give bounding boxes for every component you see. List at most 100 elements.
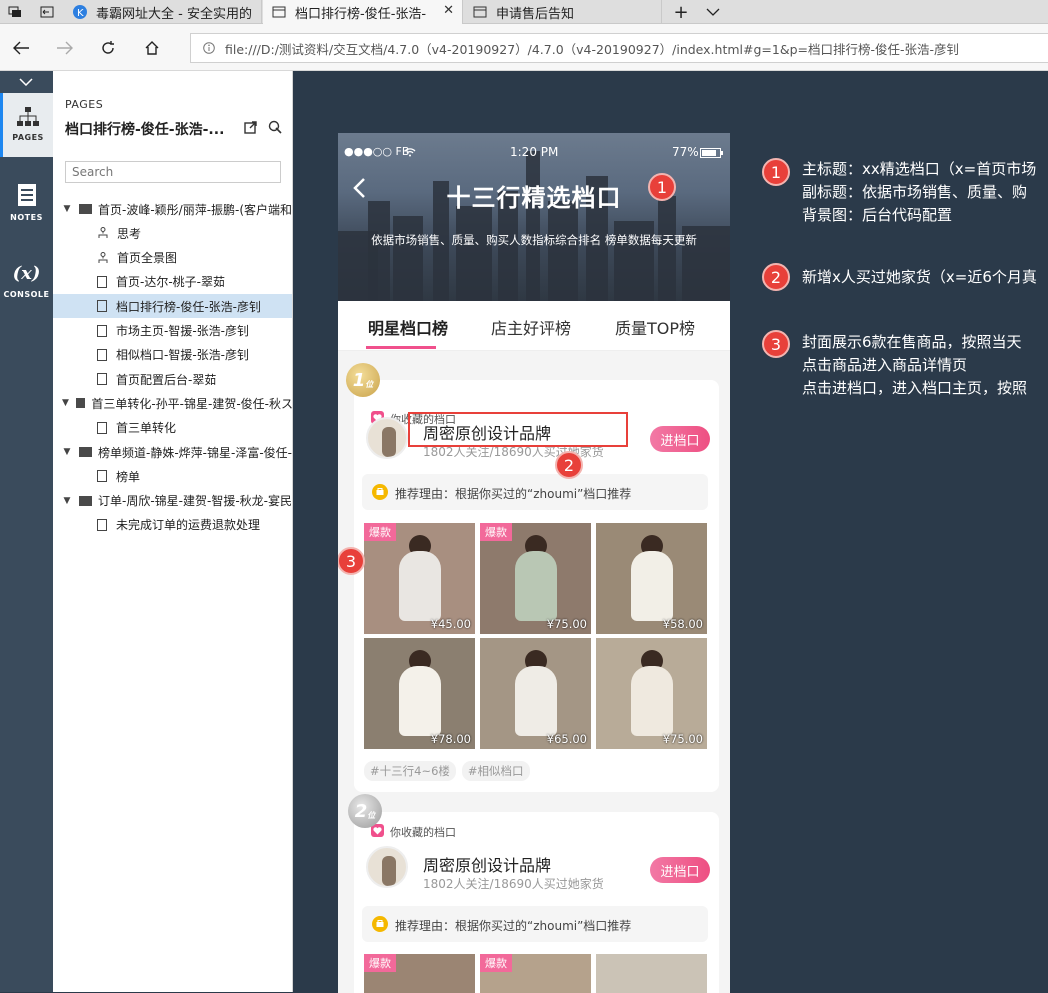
product-price: ¥65.00 xyxy=(546,732,587,746)
page-icon xyxy=(271,5,287,19)
tree-page[interactable]: 首页配置后台-翠茹 xyxy=(53,367,292,391)
expand-toggle-icon[interactable]: ▼ xyxy=(61,447,73,457)
rank-number: 1 xyxy=(352,369,366,391)
enter-stall-button[interactable]: 进档口 xyxy=(650,857,710,883)
project-title: 档口排行榜-俊任-张浩-... xyxy=(65,122,225,138)
note-line: 点击进档口，进入档口主页，按照 xyxy=(802,379,1028,397)
tab-duba[interactable]: K 毒霸网址大全 - 安全实用的 xyxy=(64,0,262,24)
product-thumb[interactable]: ¥75.00 xyxy=(596,638,707,749)
tree-page[interactable]: 首页-达尔-桃子-翠茹 xyxy=(53,270,292,294)
tree-label: 档口排行榜-俊任-张浩-彦钊 xyxy=(116,299,261,314)
refresh-icon[interactable] xyxy=(93,33,123,63)
rail-notes-tab[interactable]: NOTES xyxy=(0,183,53,233)
carrier-signal: ●●●○○ FB xyxy=(344,145,410,158)
tree-page[interactable]: 档口排行榜-俊任-张浩-彦钊 xyxy=(53,294,292,319)
note-block: 封面展示6款在售商品，按照当天 点击商品进入商品详情页 点击进档口，进入档口主页… xyxy=(802,331,1027,400)
back-to-tabs-icon[interactable] xyxy=(32,0,62,24)
folder-icon xyxy=(75,398,86,409)
forward-arrow-icon[interactable] xyxy=(50,33,80,63)
dress-figure xyxy=(631,666,673,736)
axure-icon-rail: PAGES NOTES (x) CONSOLE xyxy=(0,71,53,992)
expand-toggle-icon[interactable]: ▼ xyxy=(61,398,70,408)
export-icon[interactable] xyxy=(244,120,258,137)
rail-pages-label: PAGES xyxy=(12,133,44,142)
tag-chip[interactable]: #十三行4~6楼 xyxy=(364,761,456,781)
tree-label: 首页-波峰-颖彤/丽萍-振鹏-(客户端和 xyxy=(98,202,293,217)
tab-owner-reviews[interactable]: 店主好评榜 xyxy=(491,315,571,339)
rail-pages-tab[interactable]: PAGES xyxy=(0,93,53,157)
tab-list-chevron-icon[interactable] xyxy=(698,0,728,24)
note-block: 主标题：xx精选档口（x=首页市场 副标题：依据市场销售、质量、购 背景图：后台… xyxy=(802,158,1036,227)
reason-box: 推荐理由：根据你买过的“zhoumi”档口推荐 xyxy=(362,474,708,510)
tree-page[interactable]: 首三单转化 xyxy=(53,416,292,440)
annotation-marker: 3 xyxy=(338,547,365,575)
tree-page[interactable]: 首页全景图 xyxy=(53,246,292,270)
tab-stall-ranking[interactable]: 档口排行榜-俊任-张浩- ✕ xyxy=(263,0,463,24)
new-tab-icon[interactable]: + xyxy=(666,0,696,24)
rail-console-tab[interactable]: (x) CONSOLE xyxy=(0,263,53,313)
page-search-input[interactable] xyxy=(65,161,281,183)
tab-quality-top[interactable]: 质量TOP榜 xyxy=(615,315,695,339)
home-icon[interactable] xyxy=(137,33,167,63)
stall-avatar xyxy=(366,417,408,459)
tree-folder[interactable]: ▼ 榜单频道-静姝-烨萍-锦星-泽富-俊任- xyxy=(53,440,292,464)
tree-label: 思考 xyxy=(117,226,142,241)
browser-nav-bar: file:///D:/测试资料/交互文档/4.7.0（v4-20190927）/… xyxy=(0,24,1048,71)
tag-chip[interactable]: #相似档口 xyxy=(461,761,530,781)
product-thumb[interactable]: 爆款 ¥45.00 xyxy=(364,523,475,634)
tab-star-stalls[interactable]: 明星档口榜 xyxy=(368,315,448,339)
info-icon[interactable] xyxy=(203,42,215,54)
note-marker: 1 xyxy=(762,158,790,186)
page-icon xyxy=(97,348,107,361)
shop-name[interactable]: 周密原创设计品牌 xyxy=(423,852,551,876)
tree-page[interactable]: 未完成订单的运费退款处理 xyxy=(53,513,292,537)
pages-sidebar: PAGES 档口排行榜-俊任-张浩-... ▼ 首页-波峰-颖彤/丽萍-振鹏-(客… xyxy=(53,71,293,992)
tree-folder[interactable]: ▼ 首页-波峰-颖彤/丽萍-振鹏-(客户端和 xyxy=(53,197,293,221)
collapse-chevron-icon[interactable] xyxy=(14,75,38,89)
reason-text: 推荐理由：根据你买过的“zhoumi”档口推荐 xyxy=(395,919,632,933)
address-bar[interactable]: file:///D:/测试资料/交互文档/4.7.0（v4-20190927）/… xyxy=(190,33,1048,63)
product-thumb[interactable] xyxy=(596,954,707,993)
phone-mockup: ●●●○○ FB 1:20 PM 77% 十三行精选档口 依据市场销售、质量、购… xyxy=(338,133,730,993)
hot-badge: 爆款 xyxy=(480,523,512,541)
tree-folder[interactable]: ▼ 首三单转化-孙平-锦星-建贺-俊任-秋ス xyxy=(53,391,292,415)
expand-toggle-icon[interactable]: ▼ xyxy=(61,496,73,506)
tree-page[interactable]: 思考 xyxy=(53,221,292,245)
rank-suffix: 位 xyxy=(367,810,376,820)
back-arrow-icon[interactable] xyxy=(6,33,36,63)
product-thumb[interactable]: 爆款 ¥75.00 xyxy=(480,523,591,634)
tree-label: 首页-达尔-桃子-翠茹 xyxy=(116,275,225,290)
tree-page[interactable]: 市场主页-智援-张浩-彦钊 xyxy=(53,319,292,343)
active-tab-underline xyxy=(366,346,436,349)
note-marker: 2 xyxy=(762,263,790,291)
note-marker: 3 xyxy=(762,330,790,358)
folder-icon xyxy=(79,447,92,457)
battery-percent: 77% xyxy=(672,145,699,159)
dress-figure xyxy=(631,551,673,621)
tree-page[interactable]: 榜单 xyxy=(53,464,292,488)
product-thumb[interactable]: 爆款 xyxy=(364,954,475,993)
tab-after-sales[interactable]: 申请售后告知 xyxy=(464,0,662,24)
address-url: file:///D:/测试资料/交互文档/4.7.0（v4-20190927）/… xyxy=(225,41,960,57)
tree-label: 首页配置后台-翠茹 xyxy=(116,372,217,387)
locate-page-icon[interactable] xyxy=(268,120,282,137)
tree-page[interactable]: 相似档口-智援-张浩-彦钊 xyxy=(53,343,292,367)
enter-stall-button[interactable]: 进档口 xyxy=(650,426,710,452)
rail-notes-label: NOTES xyxy=(10,213,43,222)
note-block: 新增x人买过她家货（x=近6个月真 xyxy=(802,266,1037,289)
reason-box: 推荐理由：根据你买过的“zhoumi”档口推荐 xyxy=(362,906,708,942)
page-icon xyxy=(472,5,488,19)
tree-folder[interactable]: ▼ 订单-周欣-锦星-建贺-智援-秋龙-宴民 xyxy=(53,489,292,513)
tab-actions-icon[interactable] xyxy=(0,0,30,24)
clock-time: 1:20 PM xyxy=(510,145,559,159)
product-thumb[interactable]: 爆款 xyxy=(480,954,591,993)
browser-tab-bar: K 毒霸网址大全 - 安全实用的 档口排行榜-俊任-张浩- ✕ 申请售后告知 + xyxy=(0,0,1048,24)
product-thumb[interactable]: ¥78.00 xyxy=(364,638,475,749)
flow-icon xyxy=(98,251,108,263)
expand-toggle-icon[interactable]: ▼ xyxy=(61,204,73,214)
hot-badge: 爆款 xyxy=(480,954,512,972)
close-tab-icon[interactable]: ✕ xyxy=(443,3,454,18)
product-thumb[interactable]: ¥58.00 xyxy=(596,523,707,634)
page-icon xyxy=(97,518,107,531)
product-thumb[interactable]: ¥65.00 xyxy=(480,638,591,749)
